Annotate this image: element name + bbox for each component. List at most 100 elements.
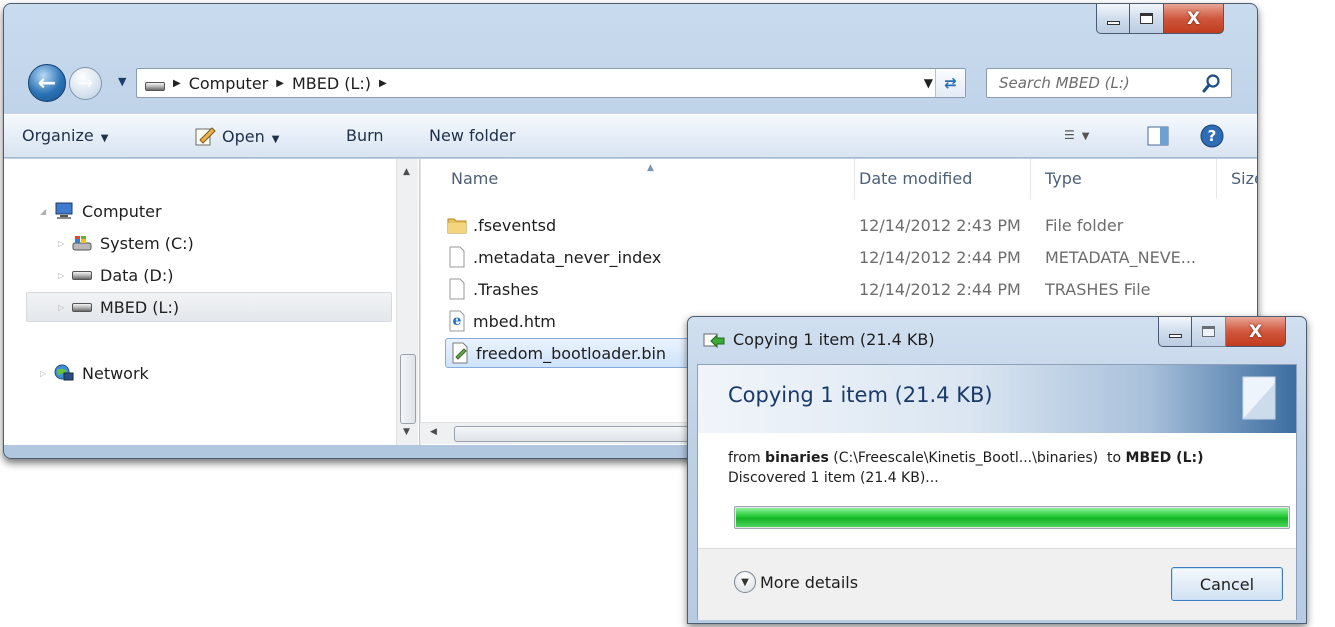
copy-details: from binaries (C:\Freescale\Kinetis_Boot…	[728, 448, 1204, 488]
progress-fill	[736, 508, 1288, 527]
forward-arrow-icon: →	[77, 73, 94, 94]
blank-file-icon	[449, 278, 465, 300]
nav-item-label: MBED (L:)	[100, 297, 180, 317]
maximize-button[interactable]	[1130, 4, 1164, 34]
more-details-toggle[interactable]: ▼ More details	[734, 571, 858, 593]
minimize-button[interactable]	[1158, 317, 1192, 347]
file-date: 12/14/2012 2:44 PM	[859, 280, 1021, 299]
back-button[interactable]: ←	[28, 64, 66, 102]
drive-icon	[72, 302, 92, 312]
copy-status: Discovered 1 item (21.4 KB)...	[728, 470, 939, 486]
navigation-pane: ◢ Computer ▷ System (C:) ▷ Data (D:) ▷ M…	[4, 159, 419, 445]
svg-text:?: ?	[1208, 127, 1217, 145]
source-folder-name[interactable]: binaries	[765, 450, 829, 466]
from-prefix: from	[728, 450, 761, 466]
view-options-button[interactable]: ☰ ▼	[1064, 128, 1089, 142]
file-row[interactable]: .Trashes	[447, 274, 539, 304]
scroll-left-icon[interactable]: ◀	[430, 427, 437, 437]
maximize-button	[1192, 317, 1226, 347]
network-icon	[54, 364, 74, 381]
navigation-scrollbar[interactable]: ▲ ▼	[396, 159, 418, 445]
close-button[interactable]: X	[1164, 4, 1224, 34]
column-header-size[interactable]: Size	[1217, 159, 1257, 199]
expand-icon[interactable]: ▷	[58, 239, 72, 248]
search-box[interactable]	[986, 68, 1232, 98]
column-header-date-modified[interactable]: Date modified	[845, 159, 1031, 199]
breadcrumb-separator-icon[interactable]: ▶	[379, 78, 387, 89]
burn-button[interactable]: Burn	[346, 126, 384, 145]
column-header-type[interactable]: Type	[1031, 159, 1217, 199]
help-icon: ?	[1200, 124, 1224, 148]
preview-pane-button[interactable]	[1147, 126, 1169, 150]
sort-ascending-icon: ▲	[647, 163, 654, 173]
scroll-down-icon[interactable]: ▼	[403, 427, 410, 437]
file-type: TRASHES File	[1045, 280, 1151, 299]
address-bar[interactable]: ▶ Computer ▶ MBED (L:) ▶ ▼ ⇄	[136, 68, 966, 98]
system-drive-icon	[72, 236, 92, 251]
scrollbar-thumb[interactable]	[400, 354, 416, 424]
breadcrumb-computer[interactable]: Computer	[189, 74, 269, 93]
breadcrumb-mbed[interactable]: MBED (L:)	[292, 74, 371, 93]
preview-pane-icon	[1147, 126, 1169, 146]
copy-progress-dialog: Copying 1 item (21.4 KB) X Copying 1 ite…	[687, 316, 1307, 624]
dialog-title: Copying 1 item (21.4 KB)	[733, 330, 935, 349]
nav-item-system-c[interactable]: ▷ System (C:)	[58, 228, 194, 258]
nav-item-computer[interactable]: ◢ Computer	[40, 196, 162, 226]
maximize-icon	[1140, 13, 1153, 24]
organize-button[interactable]: Organize ▼	[22, 126, 108, 145]
column-header-name[interactable]: Name	[437, 159, 855, 199]
nav-item-network[interactable]: ▷ Network	[40, 358, 149, 388]
more-details-label: More details	[760, 572, 859, 592]
search-icon[interactable]	[1201, 72, 1223, 94]
command-bar: Organize ▼ Open ▼ Burn New folder ☰ ▼ ?	[4, 114, 1257, 158]
minimize-button[interactable]	[1096, 4, 1130, 34]
forward-button[interactable]: →	[69, 67, 102, 100]
cancel-button[interactable]: Cancel	[1171, 567, 1283, 601]
refresh-button[interactable]: ⇄	[935, 69, 965, 97]
refresh-icon: ⇄	[944, 74, 957, 92]
nav-item-mbed-l[interactable]: ▷ MBED (L:)	[26, 292, 392, 322]
bin-file-icon	[452, 342, 468, 364]
blank-file-icon	[449, 246, 465, 268]
recent-pages-button[interactable]: ▼	[118, 75, 126, 88]
nav-item-label: Data (D:)	[100, 265, 174, 285]
back-arrow-icon: ←	[37, 70, 57, 96]
new-folder-button[interactable]: New folder	[429, 126, 515, 145]
close-button[interactable]: X	[1226, 317, 1286, 347]
drive-icon	[145, 81, 165, 91]
to-prefix: to	[1107, 450, 1122, 466]
file-row[interactable]: e mbed.htm	[447, 306, 556, 336]
nav-item-data-d[interactable]: ▷ Data (D:)	[58, 260, 173, 290]
open-button[interactable]: Open ▼	[194, 126, 279, 146]
scroll-up-icon[interactable]: ▲	[403, 167, 410, 177]
file-row[interactable]: .metadata_never_index	[447, 242, 661, 272]
breadcrumb-separator-icon[interactable]: ▶	[276, 78, 284, 89]
dialog-body: Copying 1 item (21.4 KB) from binaries (…	[697, 364, 1297, 620]
file-row[interactable]: .fseventsd	[447, 210, 556, 240]
source-path: (C:\Freescale\Kinetis_Bootl...\binaries)	[833, 450, 1099, 466]
destination-name[interactable]: MBED (L:)	[1126, 450, 1204, 466]
svg-text:e: e	[453, 313, 462, 329]
view-list-icon: ☰	[1064, 128, 1075, 142]
expand-icon[interactable]: ◢	[40, 207, 54, 216]
chevron-down-icon: ▼	[1081, 131, 1090, 142]
dialog-footer: ▼ More details Cancel	[698, 548, 1296, 620]
search-input[interactable]	[987, 69, 1197, 97]
breadcrumb-separator-icon[interactable]: ▶	[173, 78, 181, 89]
expand-icon[interactable]: ▷	[58, 303, 72, 312]
expand-icon[interactable]: ▷	[58, 271, 72, 280]
address-dropdown-icon[interactable]: ▼	[924, 76, 933, 90]
minimize-icon	[1106, 20, 1120, 25]
ie-icon: e	[449, 310, 465, 332]
chevron-down-icon: ▼	[734, 571, 756, 593]
file-name: .Trashes	[473, 279, 539, 299]
nav-item-label: System (C:)	[100, 233, 194, 253]
minimize-icon	[1168, 333, 1182, 338]
file-row-selected[interactable]: freedom_bootloader.bin	[445, 338, 705, 368]
document-icon	[1242, 376, 1276, 420]
copy-icon	[703, 333, 725, 349]
expand-icon[interactable]: ▷	[40, 369, 54, 378]
help-button[interactable]: ?	[1200, 124, 1224, 152]
dialog-banner: Copying 1 item (21.4 KB)	[698, 365, 1296, 433]
computer-icon	[55, 202, 73, 219]
